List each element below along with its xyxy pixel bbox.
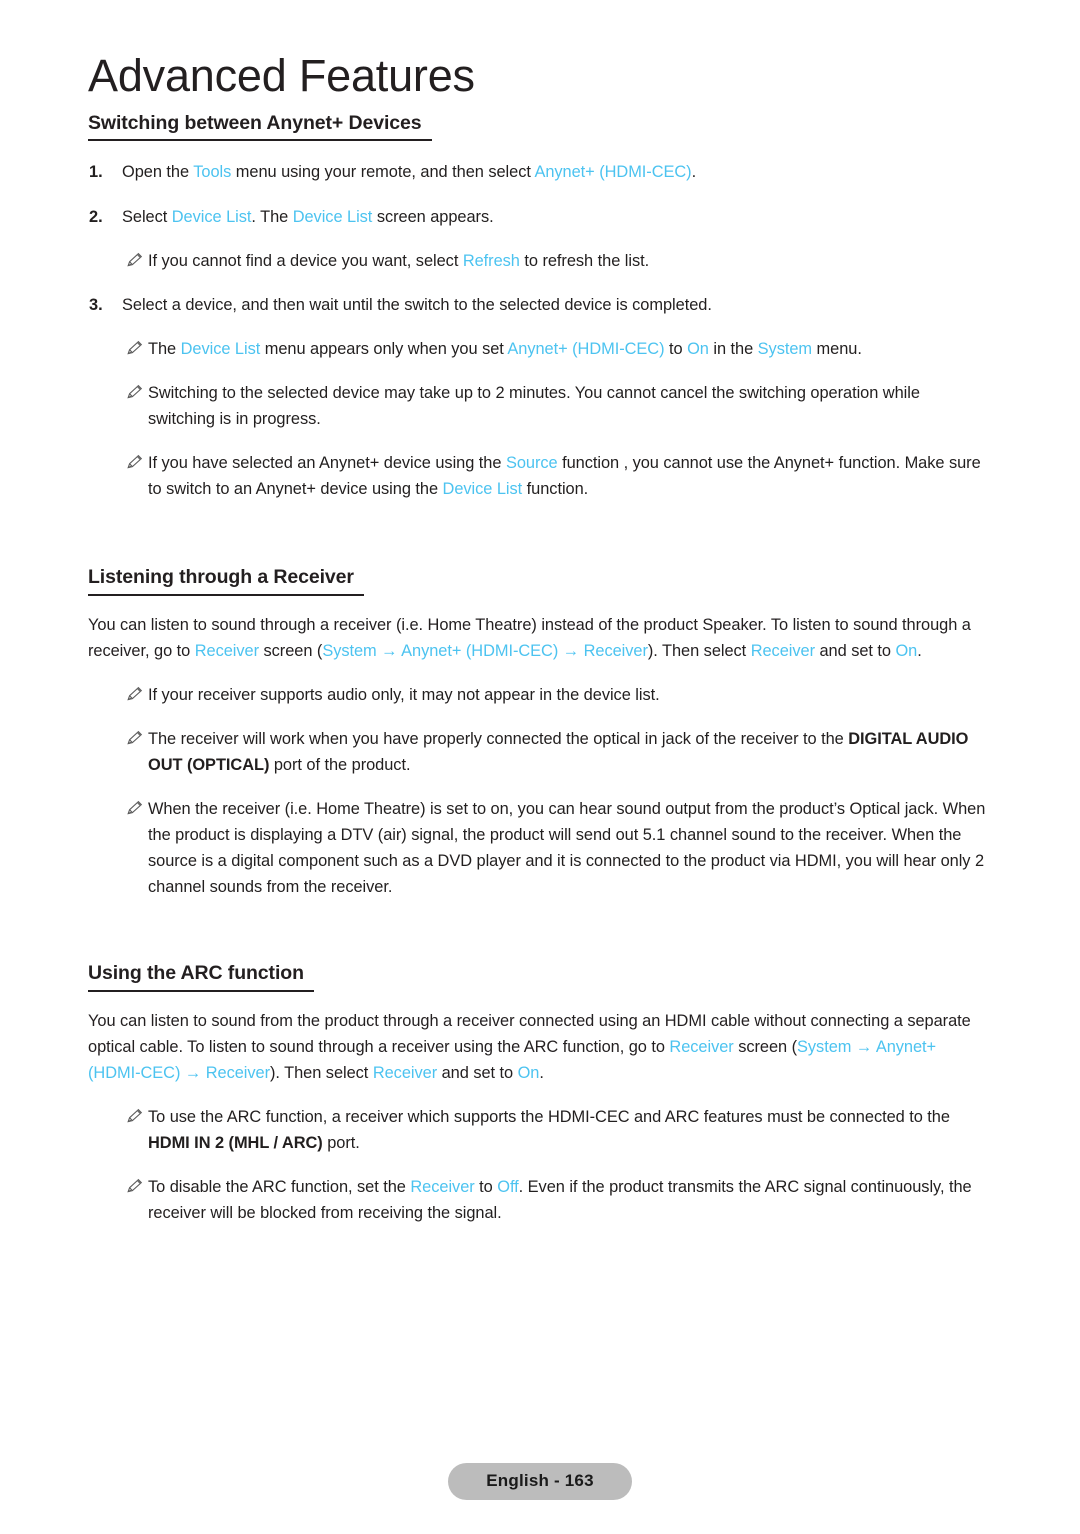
pencil-icon <box>126 1107 144 1125</box>
step-text: Select a device, and then wait until the… <box>122 295 712 314</box>
pencil-icon <box>126 251 144 269</box>
step-number: 3. <box>89 295 103 314</box>
pencil-icon <box>126 1177 144 1195</box>
manual-page: Advanced Features Switching between Anyn… <box>0 0 1080 1534</box>
note-item: When the receiver (i.e. Home Theatre) is… <box>88 796 990 900</box>
note-item: If you cannot find a device you want, se… <box>88 248 990 274</box>
pencil-icon <box>126 453 144 471</box>
note-text: When the receiver (i.e. Home Theatre) is… <box>148 799 986 897</box>
pencil-icon <box>126 685 144 703</box>
section-receiver: Listening through a Receiver <box>88 566 990 596</box>
note-item: Switching to the selected device may tak… <box>88 380 990 432</box>
page-footer: English - 163 <box>0 1463 1080 1501</box>
pencil-icon <box>126 339 144 357</box>
page-number-badge: English - 163 <box>448 1463 632 1501</box>
section-arc: Using the ARC function <box>88 962 990 992</box>
note-item: To use the ARC function, a receiver whic… <box>88 1104 990 1156</box>
step-number: 1. <box>89 163 103 182</box>
note-text: If you have selected an Anynet+ device u… <box>148 453 981 499</box>
note-text: Switching to the selected device may tak… <box>148 383 920 428</box>
note-text: If you cannot find a device you want, se… <box>148 251 650 270</box>
note-item: The receiver will work when you have pro… <box>88 726 990 778</box>
pencil-icon <box>126 799 144 817</box>
note-text: To use the ARC function, a receiver whic… <box>148 1107 950 1152</box>
note-text: To disable the ARC function, set the Rec… <box>148 1178 972 1223</box>
step-text: Open the Tools menu using your remote, a… <box>122 163 697 182</box>
section-heading-anynet: Switching between Anynet+ Devices <box>88 112 432 142</box>
arc-paragraph: You can listen to sound from the product… <box>88 1011 971 1082</box>
step-item: 1. Open the Tools menu using your remote… <box>88 159 990 185</box>
step-text: Select Device List. The Device List scre… <box>122 207 494 226</box>
page-title: Advanced Features <box>88 50 475 101</box>
note-text: If your receiver supports audio only, it… <box>148 685 660 704</box>
section-anynet: Switching between Anynet+ Devices <box>88 112 990 142</box>
note-item: The Device List menu appears only when y… <box>88 336 990 362</box>
pencil-icon <box>126 729 144 747</box>
section-heading-arc: Using the ARC function <box>88 962 314 992</box>
pencil-icon <box>126 383 144 401</box>
step-number: 2. <box>89 207 103 226</box>
note-item: To disable the ARC function, set the Rec… <box>88 1174 990 1226</box>
note-text: The Device List menu appears only when y… <box>148 339 862 358</box>
section-heading-receiver: Listening through a Receiver <box>88 566 364 596</box>
note-item: If you have selected an Anynet+ device u… <box>88 450 990 502</box>
step-item: 3. Select a device, and then wait until … <box>88 292 990 318</box>
note-item: If your receiver supports audio only, it… <box>88 682 990 708</box>
page-content: Switching between Anynet+ Devices 1. Ope… <box>88 112 990 1226</box>
note-text: The receiver will work when you have pro… <box>148 729 969 774</box>
receiver-paragraph: You can listen to sound through a receiv… <box>88 615 971 660</box>
step-item: 2. Select Device List. The Device List s… <box>88 204 990 230</box>
